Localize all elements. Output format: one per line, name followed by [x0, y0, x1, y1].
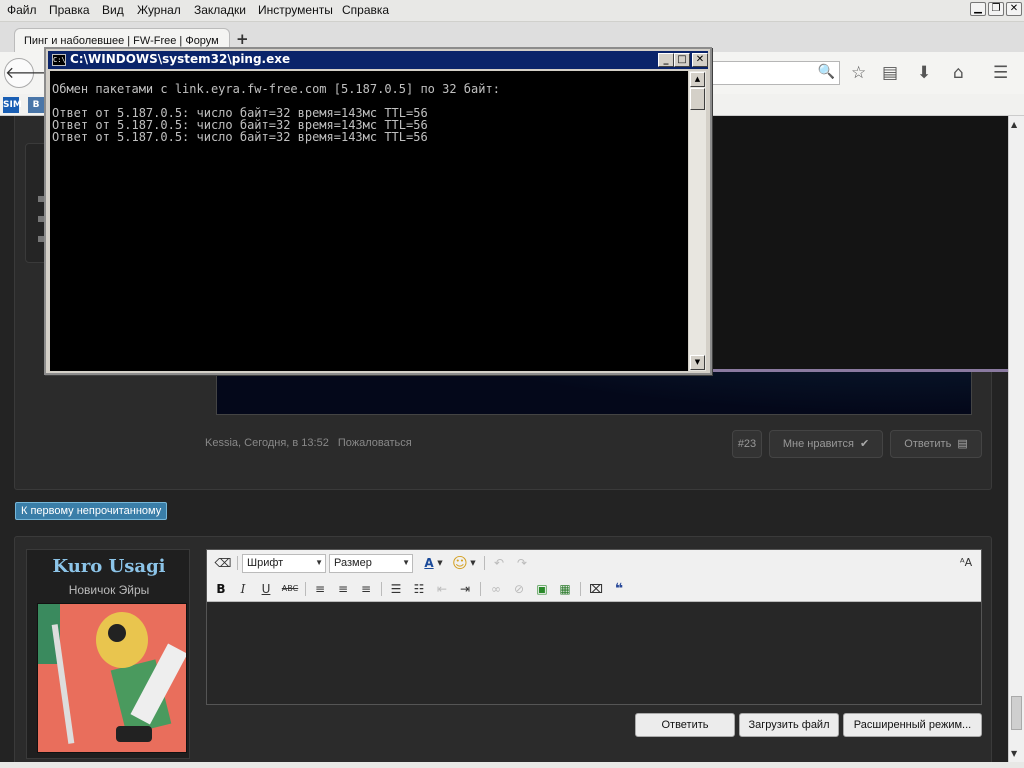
menu-file[interactable]: Файл	[7, 3, 37, 17]
browser-minimize-icon[interactable]: ▁	[970, 2, 986, 16]
editor-toolbar-bottom: B I U ABC ≡ ≡ ≡ ☰ ☷ ⇤ ⇥ ∞ ⊘ ▣ ▦ ⌧ ❝	[207, 576, 981, 602]
font-select-value: Шрифт	[247, 557, 284, 569]
reply-editor: ⌫ Шрифт ▼ Размер ▼ A ▼ ☺ ▼ ↶ ↷ ᴬA B I U …	[206, 549, 982, 705]
post-author-time[interactable]: Kessia, Сегодня, в 13:52	[205, 437, 329, 449]
quick-reply-panel: Kuro Usagi Новичок Эйры ⌫ Шрифт ▼ Размер ▼…	[14, 536, 992, 762]
url-bar[interactable]: 🔍	[700, 61, 840, 85]
avatar[interactable]	[37, 603, 187, 753]
console-line: Ответ от 5.187.0.5: число байт=32 время=…	[52, 130, 428, 144]
post-number[interactable]: #23	[732, 430, 762, 458]
bookmark-vk-icon[interactable]: В	[28, 97, 44, 113]
menu-view[interactable]: Вид	[102, 3, 124, 17]
search-icon[interactable]: 🔍	[818, 64, 835, 80]
align-left-icon[interactable]: ≡	[311, 581, 329, 597]
insert-media-icon[interactable]: ▦	[556, 581, 574, 597]
menu-edit[interactable]: Правка	[49, 3, 90, 17]
console-minimize-icon[interactable]: _	[658, 53, 674, 67]
quote-icon[interactable]: ❝	[610, 581, 628, 597]
chevron-down-icon: ▼	[315, 558, 323, 567]
bookmark-star-icon[interactable]: ☆	[851, 63, 866, 83]
submit-reply-button[interactable]: Ответить	[635, 713, 735, 737]
console-title-bar[interactable]: C:\ C:\WINDOWS\system32\ping.exe _ □ ✕	[48, 51, 708, 69]
reply-label: Ответить	[904, 438, 952, 450]
menu-history[interactable]: Журнал	[137, 3, 181, 17]
undo-icon[interactable]: ↶	[490, 555, 508, 571]
font-select[interactable]: Шрифт ▼	[242, 554, 326, 573]
upload-file-button[interactable]: Загрузить файл	[739, 713, 839, 737]
scroll-down-icon[interactable]: ▼	[1011, 749, 1017, 758]
page-scrollbar[interactable]: ▲ ▼	[1008, 116, 1024, 762]
ping-console-window[interactable]: C:\ C:\WINDOWS\system32\ping.exe _ □ ✕ О…	[44, 47, 712, 375]
back-arrow-icon[interactable]: 🡐	[4, 58, 48, 88]
outdent-icon[interactable]: ⇤	[433, 581, 451, 597]
like-label: Мне нравится	[782, 438, 854, 450]
scroll-thumb[interactable]	[1011, 696, 1022, 730]
strikethrough-icon[interactable]: ABC	[279, 581, 301, 597]
console-scroll-thumb[interactable]	[690, 88, 705, 110]
link-icon[interactable]: ∞	[487, 581, 505, 597]
first-unread-button[interactable]: К первому непрочитанному	[15, 502, 168, 520]
reply-post-button[interactable]: Ответить ▤	[890, 430, 982, 458]
menu-bar: Файл Правка Вид Журнал Закладки Инструме…	[0, 0, 1024, 22]
scroll-up-icon[interactable]: ▲	[690, 72, 705, 87]
console-close-icon[interactable]: ✕	[692, 53, 708, 67]
smiley-icon[interactable]: ☺	[451, 555, 469, 571]
advanced-mode-button[interactable]: Расширенный режим...	[843, 713, 982, 737]
home-icon[interactable]: ⌂	[953, 63, 964, 83]
user-rank: Новичок Эйры	[68, 583, 150, 597]
bullet-list-icon[interactable]: ☰	[387, 581, 405, 597]
user-name[interactable]: Kuro Usagi	[27, 556, 191, 577]
scroll-up-icon[interactable]: ▲	[1011, 120, 1017, 129]
console-scrollbar[interactable]: ▲ ▼	[689, 71, 706, 371]
scroll-down-icon[interactable]: ▼	[690, 355, 705, 370]
bookmark-sim-icon[interactable]: SIM	[3, 97, 22, 113]
align-center-icon[interactable]: ≡	[334, 581, 352, 597]
editor-toolbar-top: ⌫ Шрифт ▼ Размер ▼ A ▼ ☺ ▼ ↶ ↷ ᴬA	[207, 550, 981, 576]
size-select[interactable]: Размер ▼	[329, 554, 413, 573]
unlink-icon[interactable]: ⊘	[510, 581, 528, 597]
tab-title: Пинг и наболевшее | FW-Free | Форум	[24, 35, 219, 47]
remove-format-icon[interactable]: ᴬA	[957, 555, 975, 571]
reply-textarea[interactable]	[207, 603, 981, 704]
italic-icon[interactable]: I	[234, 581, 252, 597]
reply-user-card: Kuro Usagi Новичок Эйры	[26, 549, 190, 759]
chevron-down-icon[interactable]: ▼	[469, 555, 477, 571]
console-line: Обмен пакетами с link.eyra.fw-free.com […	[52, 82, 500, 96]
cmd-icon: C:\	[52, 54, 66, 66]
menu-bookmarks[interactable]: Закладки	[194, 3, 246, 17]
eraser-icon[interactable]: ⌫	[214, 555, 232, 571]
browser-close-icon[interactable]: ✕	[1006, 2, 1022, 16]
menu-tools[interactable]: Инструменты	[258, 3, 333, 17]
chevron-down-icon: ▼	[402, 558, 410, 567]
size-select-value: Размер	[334, 557, 372, 569]
status-bar	[0, 762, 1024, 768]
reading-list-icon[interactable]: ▤	[882, 63, 898, 83]
download-icon[interactable]: ⬇	[917, 63, 931, 83]
menu-help[interactable]: Справка	[342, 3, 389, 17]
numbered-list-icon[interactable]: ☷	[410, 581, 428, 597]
post-meta: Kessia, Сегодня, в 13:52 Пожаловаться	[205, 437, 412, 449]
redo-icon[interactable]: ↷	[513, 555, 531, 571]
bold-icon[interactable]: B	[212, 581, 230, 597]
console-title: C:\WINDOWS\system32\ping.exe	[70, 52, 291, 66]
insert-image-icon[interactable]: ▣	[533, 581, 551, 597]
code-icon[interactable]: ⌧	[587, 581, 605, 597]
check-icon: ✔	[859, 438, 870, 450]
underline-icon[interactable]: U	[257, 581, 275, 597]
quote-box-icon: ▤	[957, 438, 968, 450]
indent-icon[interactable]: ⇥	[456, 581, 474, 597]
console-maximize-icon[interactable]: □	[674, 53, 690, 67]
hamburger-menu-icon[interactable]: ☰	[993, 63, 1008, 83]
report-link[interactable]: Пожаловаться	[338, 437, 412, 449]
chevron-down-icon[interactable]: ▼	[436, 555, 444, 571]
like-button[interactable]: Мне нравится ✔	[769, 430, 883, 458]
browser-restore-icon[interactable]: ❐	[988, 2, 1004, 16]
align-right-icon[interactable]: ≡	[357, 581, 375, 597]
console-output[interactable]: Обмен пакетами с link.eyra.fw-free.com […	[50, 71, 688, 371]
new-tab-icon[interactable]: +	[236, 30, 249, 48]
